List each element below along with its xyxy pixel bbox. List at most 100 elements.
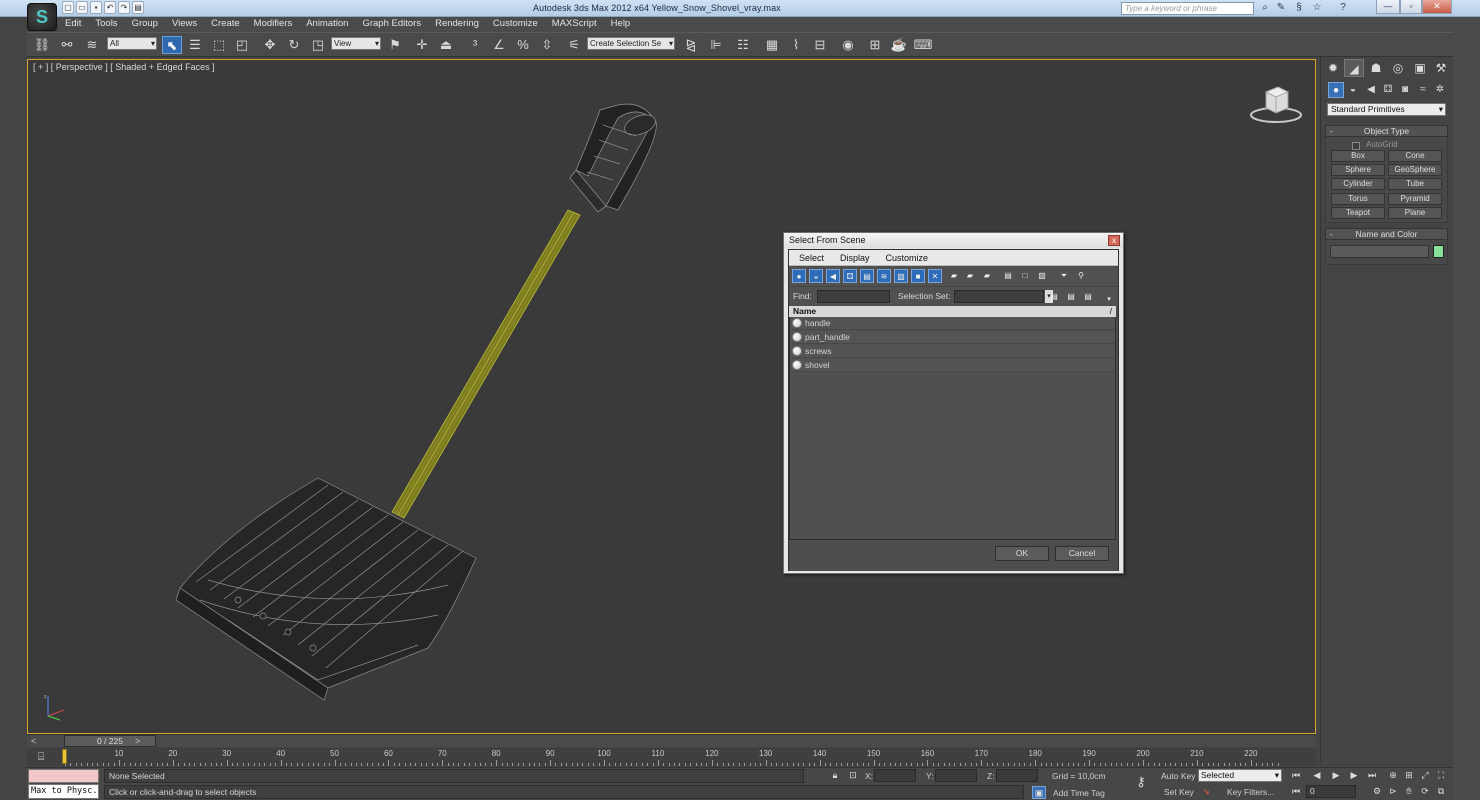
utilities-tab-icon[interactable]: ⚒ <box>1431 59 1451 77</box>
graphite-ribbon-icon[interactable]: ▦ <box>762 36 782 54</box>
align-icon[interactable]: ⊫ <box>706 36 726 54</box>
dialog-menu-select[interactable]: Select <box>789 250 832 265</box>
display-cameras-icon[interactable]: ⚃ <box>843 269 857 283</box>
favorites-star-icon[interactable]: ☆ <box>1310 2 1324 15</box>
time-slider[interactable]: 0 / 225 <box>64 735 156 747</box>
create-tab-icon[interactable]: ✹ <box>1323 59 1343 77</box>
zoom-all-icon[interactable]: ⊞ <box>1403 769 1415 782</box>
keyboard-shortcut-override-icon[interactable]: ⏏ <box>436 36 456 54</box>
list-item[interactable]: part_handle <box>790 331 1115 344</box>
select-object-icon[interactable]: ⬉ <box>162 36 182 54</box>
primitive-category-dropdown[interactable]: Standard Primitives <box>1327 103 1446 116</box>
cone-button[interactable]: Cone <box>1388 150 1442 162</box>
unlink-selection-icon[interactable]: ⚯ <box>57 36 77 54</box>
display-xrefs-icon[interactable]: ■ <box>911 269 925 283</box>
modify-tab-icon[interactable]: ◢ <box>1344 59 1364 77</box>
named-selection-dropdown[interactable]: Create Selection Se <box>587 37 675 50</box>
current-frame-input[interactable]: 0 <box>1306 785 1356 798</box>
zoom-viewport-icon[interactable]: ⊕ <box>1387 769 1399 782</box>
teapot-button[interactable]: Teapot <box>1331 207 1385 219</box>
select-and-link-icon[interactable]: ⛓ <box>32 36 52 54</box>
plane-button[interactable]: Plane <box>1388 207 1442 219</box>
binoculars-icon[interactable]: ⌕ <box>1258 2 1272 15</box>
play-icon[interactable]: ▶ <box>1329 769 1343 782</box>
display-shapes-icon[interactable]: ◒ <box>809 269 823 283</box>
create-selection-set-icon[interactable]: ▤ <box>1047 290 1061 304</box>
layer-manager-icon[interactable]: ☷ <box>733 36 753 54</box>
snaps-toggle-icon[interactable]: ³ <box>465 36 485 54</box>
list-item[interactable]: shovel <box>790 359 1115 372</box>
next-frame-icon[interactable]: ▶ <box>1347 769 1361 782</box>
torus-button[interactable]: Torus <box>1331 193 1385 205</box>
set-key-button[interactable]: Set Key <box>1164 787 1194 797</box>
save-file-icon[interactable]: ▪ <box>90 1 102 14</box>
display-tab-icon[interactable]: ▣ <box>1410 59 1430 77</box>
menu-group[interactable]: Group <box>125 17 165 32</box>
menu-tools[interactable]: Tools <box>88 17 124 32</box>
helpers-category-icon[interactable]: ◙ <box>1397 82 1413 98</box>
maxscript-mini-listener[interactable]: Max to Physc. <box>28 784 99 799</box>
time-next-arrow[interactable]: > <box>135 736 140 746</box>
x-coordinate-input[interactable] <box>874 769 916 782</box>
open-file-icon[interactable]: ▭ <box>76 1 88 14</box>
select-and-scale-icon[interactable]: ◳ <box>308 36 328 54</box>
filter-icon[interactable]: ⏷ <box>1057 269 1071 283</box>
find-options-chevron-icon[interactable]: ▾ <box>1102 293 1116 307</box>
menu-animation[interactable]: Animation <box>299 17 355 32</box>
dialog-menu-customize[interactable]: Customize <box>878 250 937 265</box>
maximize-button[interactable]: ▫ <box>1400 0 1422 14</box>
object-color-swatch[interactable] <box>1433 245 1444 258</box>
motion-tab-icon[interactable]: ◎ <box>1388 59 1408 77</box>
project-folder-icon[interactable]: ▤ <box>132 1 144 14</box>
tube-button[interactable]: Tube <box>1388 178 1442 190</box>
use-pivot-center-icon[interactable]: ⚑ <box>385 36 405 54</box>
name-and-color-rollout-header[interactable]: - Name and Color <box>1325 228 1448 240</box>
object-type-rollout-header[interactable]: - Object Type <box>1325 125 1448 137</box>
pyramid-button[interactable]: Pyramid <box>1388 193 1442 205</box>
list-item[interactable]: screws <box>790 345 1115 358</box>
menu-help[interactable]: Help <box>604 17 638 32</box>
viewcube-icon[interactable] <box>1248 82 1304 124</box>
zoom-extents-all-icon[interactable]: ⛶ <box>1435 769 1447 782</box>
display-space-warps-icon[interactable]: ≋ <box>877 269 891 283</box>
dialog-menu-display[interactable]: Display <box>832 250 878 265</box>
zoom-extents-icon[interactable]: ⤢ <box>1419 769 1431 782</box>
display-geometry-icon[interactable]: ● <box>792 269 806 283</box>
lights-category-icon[interactable]: ◀ <box>1363 82 1379 98</box>
add-time-tag-button[interactable]: Add Time Tag <box>1053 788 1105 798</box>
display-containers-icon[interactable]: ▰ <box>947 269 961 283</box>
close-button[interactable]: ✕ <box>1422 0 1452 14</box>
key-selection-dropdown[interactable]: Selected <box>1198 769 1282 782</box>
display-none-icon[interactable]: □ <box>1018 269 1032 283</box>
object-name-input[interactable] <box>1330 245 1429 258</box>
new-file-icon[interactable]: ▢ <box>62 1 74 14</box>
maximize-viewport-icon[interactable]: ⧉ <box>1435 785 1447 798</box>
keyword-search-input[interactable]: Type a keyword or phrase <box>1121 2 1254 15</box>
selection-filter-dropdown[interactable]: All <box>107 37 157 50</box>
geosphere-button[interactable]: GeoSphere <box>1388 164 1442 176</box>
display-lights-icon[interactable]: ◀ <box>826 269 840 283</box>
z-coordinate-input[interactable] <box>996 769 1038 782</box>
menu-create[interactable]: Create <box>204 17 247 32</box>
menu-customize[interactable]: Customize <box>486 17 545 32</box>
select-and-rotate-icon[interactable]: ↻ <box>284 36 304 54</box>
angle-snap-icon[interactable]: ∠ <box>489 36 509 54</box>
cameras-category-icon[interactable]: ⚃ <box>1380 82 1396 98</box>
pan-view-icon[interactable]: ✋︎ <box>1403 785 1415 798</box>
redo-icon[interactable]: ↷ <box>118 1 130 14</box>
filter-options-icon[interactable]: ⚲ <box>1074 269 1088 283</box>
maxscript-listener-output[interactable] <box>28 769 99 783</box>
space-warps-category-icon[interactable]: ≈ <box>1415 82 1431 98</box>
schematic-view-icon[interactable]: ⊟ <box>810 36 830 54</box>
menu-graph-editors[interactable]: Graph Editors <box>355 17 428 32</box>
undo-icon[interactable]: ↶ <box>104 1 116 14</box>
select-and-manipulate-icon[interactable]: ✛ <box>412 36 432 54</box>
communication-center-icon[interactable]: § <box>1292 2 1306 15</box>
current-frame-marker[interactable] <box>62 749 67 764</box>
bind-to-space-warp-icon[interactable]: ≋ <box>82 36 102 54</box>
previous-frame-icon[interactable]: ◀ <box>1310 769 1324 782</box>
systems-category-icon[interactable]: ✲ <box>1432 82 1448 98</box>
frame-ruler[interactable]: 10 20 30 40 50 60 70 80 90 100 110 120 130 140 150 160 1… <box>57 748 1282 766</box>
time-prev-arrow[interactable]: < <box>31 736 36 746</box>
time-tag-icon[interactable]: ▣ <box>1032 786 1046 799</box>
